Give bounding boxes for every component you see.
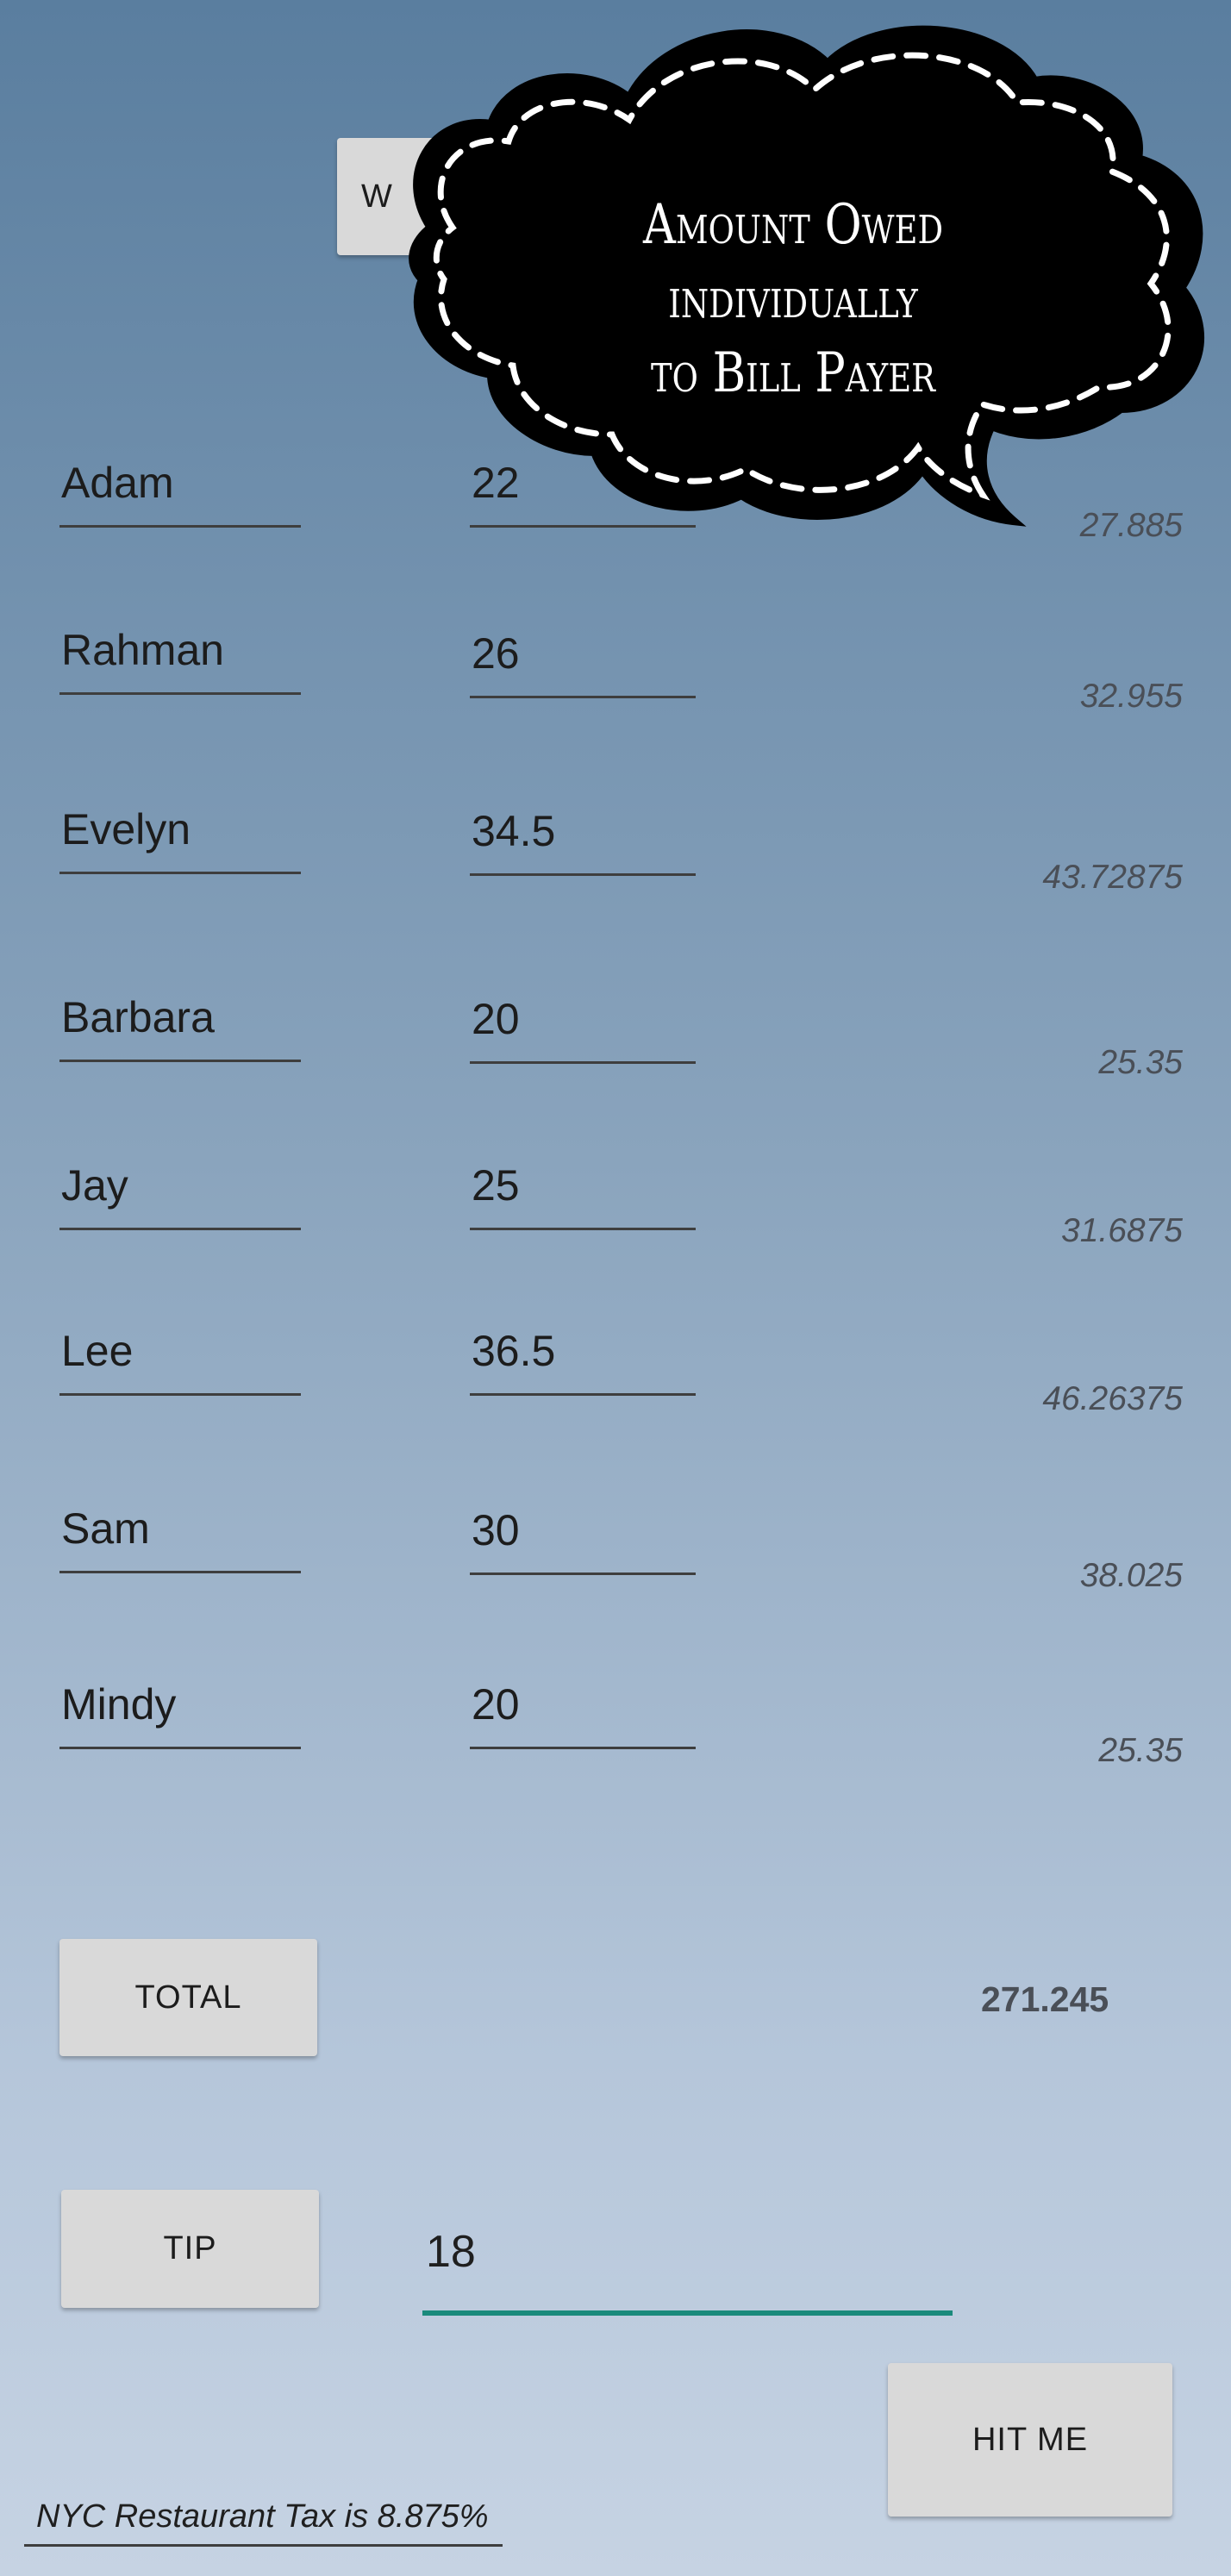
name-field[interactable]: Rahman <box>59 628 301 695</box>
name-field[interactable]: Lee <box>59 1329 301 1396</box>
callout-line-2: to Bill Payer <box>651 341 935 405</box>
total-value: 271.245 <box>981 1979 1109 2019</box>
name-field[interactable]: Adam <box>59 461 301 528</box>
total-button[interactable]: TOTAL <box>59 1939 317 2056</box>
tip-button[interactable]: TIP <box>61 2190 319 2308</box>
owed-value: 31.6875 <box>1061 1212 1183 1249</box>
owed-value: 32.955 <box>1079 678 1183 715</box>
total-button-label: TOTAL <box>134 1979 242 2016</box>
name-field[interactable]: Jay <box>59 1164 301 1230</box>
name-field[interactable]: Sam <box>59 1507 301 1573</box>
amount-field[interactable]: 22 <box>470 461 696 528</box>
hit-me-button[interactable]: HIT ME <box>888 2363 1172 2517</box>
tip-input[interactable]: 18 <box>422 2226 953 2316</box>
name-field[interactable]: Mindy <box>59 1683 301 1749</box>
name-field[interactable]: Evelyn <box>59 808 301 874</box>
amount-field[interactable]: 30 <box>470 1509 696 1575</box>
callout-text: Amount Owed individually to Bill Payer <box>524 188 1061 410</box>
callout-line-1: Amount Owed individually <box>642 193 944 331</box>
amount-field[interactable]: 26 <box>470 632 696 698</box>
amount-field[interactable]: 20 <box>470 1683 696 1749</box>
owed-value: 25.35 <box>1098 1732 1183 1769</box>
amount-field[interactable]: 20 <box>470 997 696 1064</box>
owed-value: 27.885 <box>1079 507 1183 544</box>
owed-value: 46.26375 <box>1042 1380 1183 1417</box>
amount-field[interactable]: 36.5 <box>470 1329 696 1396</box>
tax-note: NYC Restaurant Tax is 8.875% <box>24 2498 503 2547</box>
tip-button-label: TIP <box>163 2230 217 2267</box>
owed-value: 43.72875 <box>1042 859 1183 896</box>
amount-field[interactable]: 34.5 <box>470 810 696 876</box>
owed-value: 25.35 <box>1098 1044 1183 1081</box>
owed-value: 38.025 <box>1079 1557 1183 1594</box>
amount-field[interactable]: 25 <box>470 1164 696 1230</box>
hit-me-button-label: HIT ME <box>972 2421 1089 2458</box>
name-field[interactable]: Barbara <box>59 996 301 1062</box>
